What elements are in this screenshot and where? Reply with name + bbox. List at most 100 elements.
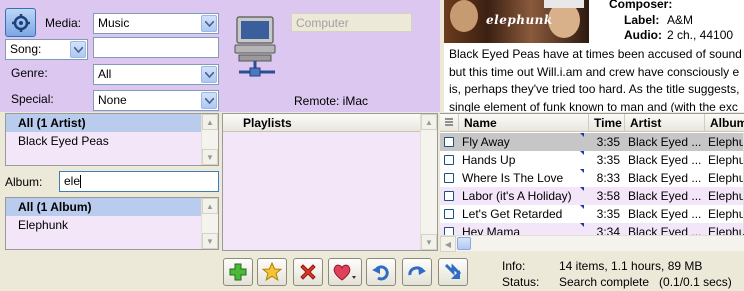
description-line: but this time out Will.i.am and crew hav…	[449, 64, 740, 79]
sync-button[interactable]	[438, 258, 468, 286]
playlists-scrollbar[interactable]: ▲ ▼	[420, 114, 437, 250]
track-artist: Black Eyed ...	[628, 135, 702, 149]
track-checkbox[interactable]	[444, 209, 454, 219]
track-name: Labor (it's A Holiday)	[462, 189, 572, 203]
album-info-panel: elephunk Composer: Label: A&M Audio: 2 c…	[444, 0, 744, 112]
table-row[interactable]: Let's Get Retarded 3:35 Black Eyed ... Elep…	[440, 205, 744, 223]
track-time: 3:58	[596, 189, 620, 203]
album-list-scrollbar[interactable]: ▲ ▼	[201, 198, 218, 249]
scroll-up-icon[interactable]: ▲	[202, 114, 218, 130]
column-name[interactable]: Name	[458, 114, 588, 132]
table-row[interactable]: Labor (it's A Holiday) 3:58 Black Eyed ...…	[440, 187, 744, 205]
tracks-horizontal-scrollbar[interactable]: ◀	[440, 235, 744, 252]
artist-list-header[interactable]: All (1 Artist)	[6, 114, 218, 132]
track-name: Hands Up	[462, 153, 516, 167]
column-album[interactable]: Album	[704, 114, 744, 132]
chevron-down-icon[interactable]	[201, 92, 217, 109]
status-label: Status:	[502, 275, 540, 289]
album-description: Black Eyed Peas have at times been accus…	[449, 46, 744, 112]
album-list-header[interactable]: All (1 Album)	[6, 198, 218, 216]
label-value: A&M	[667, 13, 694, 27]
genre-label: Genre:	[11, 66, 48, 80]
list-item[interactable]: Black Eyed Peas	[6, 132, 218, 150]
scroll-up-icon[interactable]: ▲	[421, 114, 437, 130]
scroll-thumb[interactable]	[457, 237, 471, 250]
sync-icon	[444, 263, 462, 279]
rate-button[interactable]	[328, 258, 362, 286]
scroll-down-icon[interactable]: ▼	[202, 233, 218, 249]
settings-button[interactable]	[5, 8, 36, 37]
info-label: Info:	[502, 259, 526, 273]
special-select[interactable]: None	[93, 90, 219, 111]
track-album: Elephu	[708, 171, 744, 185]
info-value: 14 items, 1.1 hours, 89 MB	[559, 259, 703, 273]
description-line: Black Eyed Peas have at times been accus…	[449, 47, 742, 61]
track-time: 8:33	[596, 171, 620, 185]
scroll-down-icon[interactable]: ▼	[421, 234, 437, 250]
chevron-down-icon[interactable]	[70, 41, 86, 58]
filter-panel: Media: Music Song: Genre: All Special: N…	[0, 0, 440, 112]
heart-icon	[333, 264, 356, 281]
album-list[interactable]: All (1 Album) Elephunk ▲ ▼	[5, 197, 219, 250]
album-search-value: ele	[64, 174, 81, 188]
track-artist: Black Eyed ...	[628, 207, 702, 221]
track-time: 3:35	[596, 135, 620, 149]
delete-icon	[300, 264, 316, 280]
star-icon	[262, 262, 282, 282]
genre-value: All	[98, 67, 112, 81]
chevron-down-icon[interactable]	[201, 15, 217, 32]
track-name: Where Is The Love	[462, 171, 564, 185]
scroll-up-icon[interactable]: ▲	[202, 198, 218, 214]
special-value: None	[98, 93, 127, 107]
row-marker-icon	[580, 205, 584, 209]
song-search-input[interactable]	[93, 37, 219, 58]
column-artist[interactable]: Artist	[624, 114, 704, 132]
album-search-input[interactable]: ele	[59, 171, 219, 192]
table-row[interactable]: Hands Up 3:35 Black Eyed ... Elephu	[440, 151, 744, 169]
artist-list-scrollbar[interactable]: ▲ ▼	[201, 114, 218, 165]
tracks-header-row: Name Time Artist Album	[440, 114, 744, 132]
chevron-down-icon[interactable]	[201, 66, 217, 83]
track-name: Fly Away	[462, 135, 510, 149]
composer-label: Composer:	[609, 0, 673, 11]
artist-list[interactable]: All (1 Artist) Black Eyed Peas ▲ ▼	[5, 113, 219, 166]
playlists-header[interactable]: Playlists	[223, 114, 437, 132]
add-button[interactable]	[223, 258, 253, 286]
table-row[interactable]: Where Is The Love 8:33 Black Eyed ... Eleph…	[440, 169, 744, 187]
favorite-button[interactable]	[257, 258, 287, 286]
tracks-table[interactable]: Name Time Artist Album Fly Away 3:35 Black…	[440, 113, 744, 251]
track-checkbox[interactable]	[444, 173, 454, 183]
redo-button[interactable]	[402, 258, 432, 286]
column-time[interactable]: Time	[588, 114, 624, 132]
track-checkbox[interactable]	[444, 155, 454, 165]
song-label: Song:	[10, 42, 42, 56]
track-checkbox[interactable]	[444, 191, 454, 201]
album-filter-bar: Album: ele	[0, 168, 222, 194]
computer-input[interactable]: Computer	[291, 13, 412, 32]
track-time: 3:35	[596, 207, 620, 221]
gear-icon	[11, 13, 30, 32]
song-field-select[interactable]: Song:	[5, 39, 88, 60]
undo-icon	[372, 265, 389, 281]
media-select[interactable]: Music	[93, 13, 219, 34]
row-marker-icon	[580, 223, 584, 227]
delete-button[interactable]	[293, 258, 323, 286]
list-item[interactable]: Elephunk	[6, 216, 218, 234]
genre-select[interactable]: All	[93, 64, 219, 85]
scroll-left-icon[interactable]: ◀	[440, 236, 456, 252]
cover-text: elephunk	[486, 13, 553, 27]
audio-label: Audio:	[624, 28, 662, 42]
undo-button[interactable]	[366, 258, 396, 286]
album-label: Album:	[5, 175, 43, 189]
track-album: Elephu	[708, 189, 744, 203]
special-label: Special:	[11, 92, 54, 106]
scroll-down-icon[interactable]: ▼	[202, 149, 218, 165]
track-time: 3:35	[596, 153, 620, 167]
row-marker-icon	[580, 169, 584, 173]
header-sort-icon[interactable]	[440, 114, 458, 132]
table-row[interactable]: Fly Away 3:35 Black Eyed ... Elephu	[440, 133, 744, 151]
track-checkbox[interactable]	[444, 137, 454, 147]
playlists-panel[interactable]: Playlists ▲ ▼	[222, 113, 438, 251]
track-album: Elephu	[708, 207, 744, 221]
status-value: Search complete (0.1/0.1 secs)	[559, 275, 732, 289]
